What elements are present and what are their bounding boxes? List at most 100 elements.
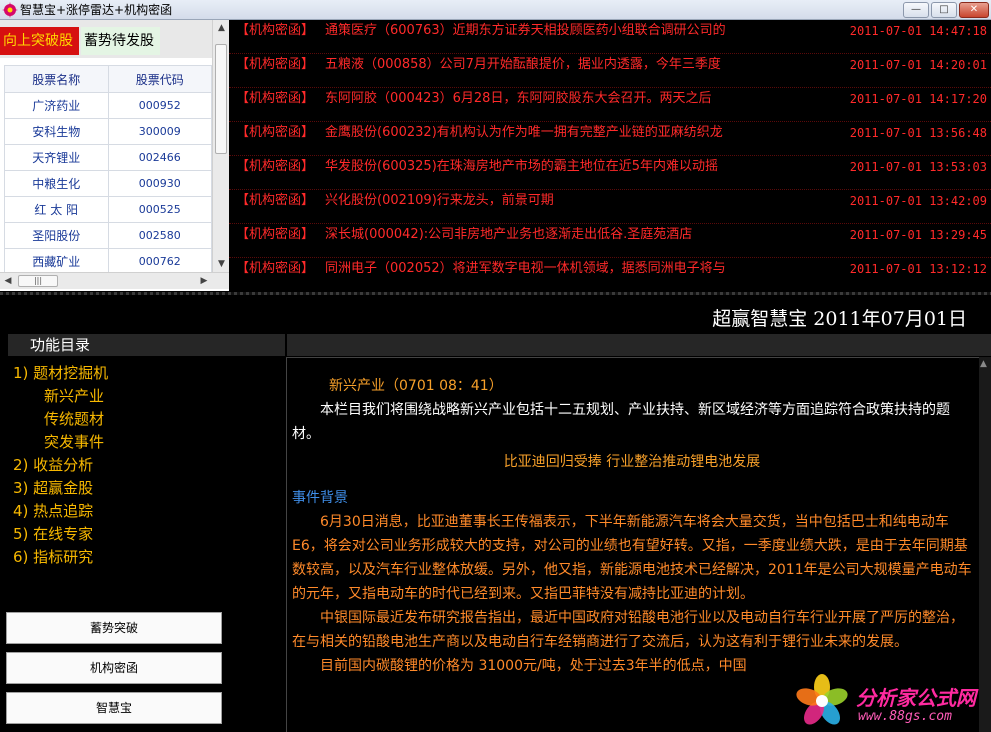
window-title: 智慧宝+涨停雷达+机构密函 xyxy=(20,3,173,17)
news-item[interactable]: 【机构密函】 东阿阿胶（000423）6月28日，东阿阿胶股东大会召开。两天之后 2… xyxy=(229,88,991,122)
article-intro: 本栏目我们将围绕战略新兴产业包括十二五规划、产业扶持、新区域经济等方面追踪符合政… xyxy=(292,402,950,442)
news-item[interactable]: 【机构密函】 华发股份(600325)在珠海房地产市场的霸主地位在近5年内难以动摇… xyxy=(229,156,991,190)
scroll-up-icon[interactable]: ▲ xyxy=(213,20,230,36)
stock-horizontal-scrollbar[interactable]: ◀ ||| ▶ xyxy=(0,272,229,289)
stock-code[interactable]: 002466 xyxy=(107,144,212,171)
stock-table: 股票名称 股票代码 广济药业 000952 安科生物 300009 天齐锂业 0024… xyxy=(4,65,212,275)
scroll-thumb[interactable] xyxy=(215,44,227,154)
close-button[interactable]: ✕ xyxy=(959,2,989,18)
news-headline[interactable]: 东阿阿胶（000423）6月28日，东阿阿胶股东大会召开。两天之后 xyxy=(325,88,711,110)
table-row[interactable]: 圣阳股份 002580 xyxy=(4,222,212,249)
stock-code[interactable]: 000930 xyxy=(107,170,212,197)
scroll-down-icon[interactable]: ▼ xyxy=(213,256,230,272)
news-headline[interactable]: 金鹰股份(600232)有机构认为作为唯一拥有完整产业链的亚麻纺织龙 xyxy=(325,122,723,144)
table-row[interactable]: 安科生物 300009 xyxy=(4,118,212,145)
news-item[interactable]: 【机构密函】 兴化股份(002109)行来龙头，前景可期 2011-07-01 13… xyxy=(229,190,991,224)
news-item[interactable]: 【机构密函】 五粮液（000858）公司7月开始酝酿提价，据业内透露，今年三季度 2… xyxy=(229,54,991,88)
stock-vertical-scrollbar[interactable]: ▲ ▼ xyxy=(212,20,229,272)
table-row[interactable]: 西藏矿业 000762 xyxy=(4,248,212,275)
panel-splitter[interactable] xyxy=(0,292,991,295)
news-headline[interactable]: 五粮液（000858）公司7月开始酝酿提价，据业内透露，今年三季度 xyxy=(325,54,721,76)
column-header-name[interactable]: 股票名称 xyxy=(4,65,109,93)
news-headline[interactable]: 兴化股份(002109)行来龙头，前景可期 xyxy=(325,190,554,212)
menu-item-theme-miner[interactable]: 1) 题材挖掘机 xyxy=(13,362,108,385)
news-tag: 【机构密函】 xyxy=(236,23,315,38)
table-row[interactable]: 广济药业 000952 xyxy=(4,92,212,119)
table-row[interactable]: 中粮生化 000930 xyxy=(4,170,212,197)
zhihuibao-button[interactable]: 智慧宝 xyxy=(6,692,222,724)
table-header-row: 股票名称 股票代码 xyxy=(4,65,212,93)
stock-code[interactable]: 000762 xyxy=(107,248,212,275)
news-time: 2011-07-01 13:42:09 xyxy=(849,194,987,208)
menu-item-indicator-research[interactable]: 6) 指标研究 xyxy=(13,546,108,569)
stock-name[interactable]: 西藏矿业 xyxy=(4,248,109,275)
menu-item-emerging-industry[interactable]: 新兴产业 xyxy=(13,385,108,408)
scroll-up-icon[interactable]: ▲ xyxy=(980,359,987,369)
menu-item-online-experts[interactable]: 5) 在线专家 xyxy=(13,523,108,546)
minimize-button[interactable]: — xyxy=(903,2,929,18)
stock-code[interactable]: 300009 xyxy=(107,118,212,145)
news-time: 2011-07-01 13:12:12 xyxy=(849,262,987,276)
scroll-thumb[interactable]: ||| xyxy=(18,275,58,287)
news-tag: 【机构密函】 xyxy=(236,125,315,140)
news-tag: 【机构密函】 xyxy=(236,227,315,242)
stock-code[interactable]: 002580 xyxy=(107,222,212,249)
tab-breakout-stocks[interactable]: 向上突破股 xyxy=(0,27,79,55)
function-menu: 1) 题材挖掘机 新兴产业 传统题材 突发事件 2) 收益分析 3) 超赢金股 … xyxy=(13,362,108,569)
news-time: 2011-07-01 13:29:45 xyxy=(849,228,987,242)
stock-name[interactable]: 天齐锂业 xyxy=(4,144,109,171)
stock-name[interactable]: 圣阳股份 xyxy=(4,222,109,249)
news-item[interactable]: 【机构密函】 通策医疗（600763）近期东方证券天相投顾医药小组联合调研公司的 2… xyxy=(229,20,991,54)
stock-name[interactable]: 广济药业 xyxy=(4,92,109,119)
stock-name[interactable]: 红 太 阳 xyxy=(4,196,109,223)
menu-item-traditional-theme[interactable]: 传统题材 xyxy=(13,408,108,431)
news-item[interactable]: 【机构密函】 深长城(000042):公司非房地产业务也逐渐走出低谷.圣庭苑酒店 2… xyxy=(229,224,991,258)
news-headline[interactable]: 华发股份(600325)在珠海房地产市场的霸主地位在近5年内难以动摇 xyxy=(325,156,718,178)
scroll-left-icon[interactable]: ◀ xyxy=(0,273,16,289)
news-tag: 【机构密函】 xyxy=(236,193,315,208)
table-row[interactable]: 红 太 阳 000525 xyxy=(4,196,212,223)
maximize-button[interactable]: □ xyxy=(931,2,957,18)
news-tag: 【机构密函】 xyxy=(236,57,315,72)
tab-ready-stocks[interactable]: 蓄势待发股 xyxy=(81,27,160,55)
article-content: 新兴产业（0701 08：41） 本栏目我们将围绕战略新兴产业包括十二五规划、产… xyxy=(292,374,972,678)
news-item[interactable]: 【机构密函】 金鹰股份(600232)有机构认为作为唯一拥有完整产业链的亚麻纺织龙… xyxy=(229,122,991,156)
column-header-code[interactable]: 股票代码 xyxy=(107,65,212,93)
menu-header: 功能目录 xyxy=(8,334,285,356)
institution-letter-button[interactable]: 机构密函 xyxy=(6,652,222,684)
stock-code[interactable]: 000952 xyxy=(107,92,212,119)
news-headline[interactable]: 通策医疗（600763）近期东方证券天相投顾医药小组联合调研公司的 xyxy=(325,20,726,42)
news-time: 2011-07-01 14:20:01 xyxy=(849,58,987,72)
table-row[interactable]: 天齐锂业 002466 xyxy=(4,144,212,171)
watermark-name: 分析家公式网 xyxy=(856,686,976,710)
news-item[interactable]: 【机构密函】 同洲电子（002052）将进军数字电视一体机领域，据悉同洲电子将与 2… xyxy=(229,258,991,292)
stock-code[interactable]: 000525 xyxy=(107,196,212,223)
title-bar: 智慧宝+涨停雷达+机构密函 — □ ✕ xyxy=(0,0,991,20)
watermark-url: www.88gs.com xyxy=(858,709,952,724)
menu-item-sudden-events[interactable]: 突发事件 xyxy=(13,431,108,454)
scroll-right-icon[interactable]: ▶ xyxy=(196,273,212,289)
news-tag: 【机构密函】 xyxy=(236,91,315,106)
app-logo-icon xyxy=(2,2,18,18)
article-paragraph: 6月30日消息，比亚迪董事长王传福表示，下半年新能源汽车将会大量交货，当中包括巴… xyxy=(292,514,972,602)
brand-date-title: 超赢智慧宝 2011年07月01日 xyxy=(712,308,967,330)
news-list: 【机构密函】 通策医疗（600763）近期东方证券天相投顾医药小组联合调研公司的 2… xyxy=(229,20,991,291)
stock-panel: 向上突破股 蓄势待发股 股票名称 股票代码 广济药业 000952 安科生物 300… xyxy=(0,20,229,291)
news-headline[interactable]: 深长城(000042):公司非房地产业务也逐渐走出低谷.圣庭苑酒店 xyxy=(325,224,692,246)
article-heading: 新兴产业（0701 08：41） xyxy=(329,378,503,394)
menu-item-hotspot-tracking[interactable]: 4) 热点追踪 xyxy=(13,500,108,523)
news-time: 2011-07-01 14:47:18 xyxy=(849,24,987,38)
stock-name[interactable]: 中粮生化 xyxy=(4,170,109,197)
news-tag: 【机构密函】 xyxy=(236,261,315,276)
stock-name[interactable]: 安科生物 xyxy=(4,118,109,145)
stock-tabs: 向上突破股 蓄势待发股 xyxy=(0,20,212,58)
breakout-button[interactable]: 蓄势突破 xyxy=(6,612,222,644)
menu-item-gold-stocks[interactable]: 3) 超赢金股 xyxy=(13,477,108,500)
content-header-bar xyxy=(287,334,991,356)
news-time: 2011-07-01 13:53:03 xyxy=(849,160,987,174)
menu-item-profit-analysis[interactable]: 2) 收益分析 xyxy=(13,454,108,477)
news-time: 2011-07-01 13:56:48 xyxy=(849,126,987,140)
news-headline[interactable]: 同洲电子（002052）将进军数字电视一体机领域，据悉同洲电子将与 xyxy=(325,258,726,280)
article-section-title: 事件背景 xyxy=(292,490,348,506)
news-tag: 【机构密函】 xyxy=(236,159,315,174)
